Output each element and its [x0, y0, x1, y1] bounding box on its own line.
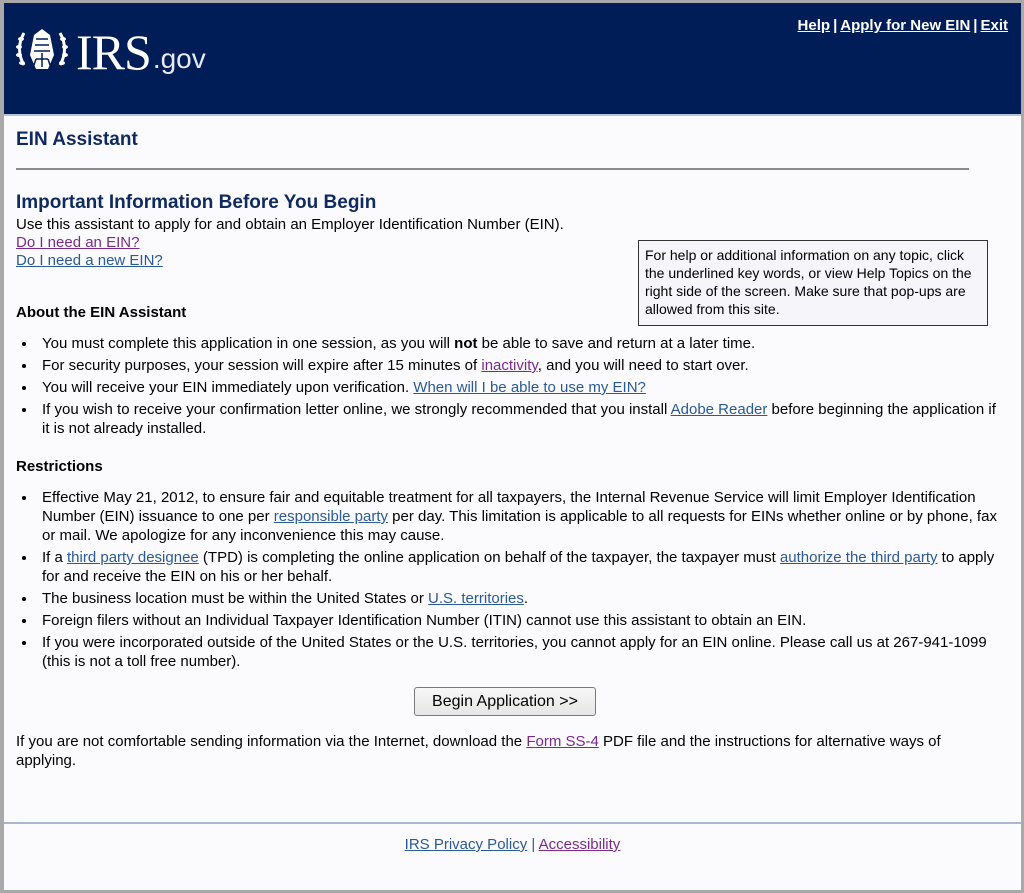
section-title: Important Information Before You Begin [16, 192, 377, 213]
exit-link[interactable]: Exit [980, 17, 1008, 34]
restrictions-title: Restrictions [16, 458, 103, 475]
list-item: If you wish to receive your confirmation… [16, 400, 1001, 438]
about-list: You must complete this application in on… [16, 334, 1001, 441]
help-info-box: For help or additional information on an… [638, 240, 988, 326]
about-title: About the EIN Assistant [16, 304, 187, 321]
separator: | [531, 836, 536, 853]
authorize-third-party-link[interactable]: authorize the third party [780, 549, 938, 566]
third-party-designee-link[interactable]: third party designee [67, 549, 199, 566]
site-header: IRS .gov Help | Apply for New EIN | Exit [4, 3, 1021, 116]
app-title: EIN Assistant [16, 129, 138, 150]
footer-divider [4, 822, 1021, 824]
adobe-reader-link[interactable]: Adobe Reader [671, 401, 768, 418]
list-item: You will receive your EIN immediately up… [16, 378, 1001, 397]
list-item: The business location must be within the… [16, 589, 1001, 608]
footer: IRS Privacy Policy | Accessibility [4, 836, 1021, 853]
begin-application-button[interactable]: Begin Application >> [414, 687, 596, 716]
restrictions-list: Effective May 21, 2012, to ensure fair a… [16, 488, 1001, 674]
intro-text: Use this assistant to apply for and obta… [16, 216, 564, 233]
eagle-seal-icon [14, 25, 70, 77]
apply-new-ein-link[interactable]: Apply for New EIN [840, 17, 970, 34]
list-item: For security purposes, your session will… [16, 356, 1001, 375]
responsible-party-link[interactable]: responsible party [274, 508, 388, 525]
logo-gov-text: .gov [152, 43, 206, 74]
list-item: You must complete this application in on… [16, 334, 1001, 353]
list-item: Effective May 21, 2012, to ensure fair a… [16, 488, 1001, 545]
divider [16, 168, 969, 170]
use-ein-link[interactable]: When will I be able to use my EIN? [413, 379, 646, 396]
page: IRS .gov Help | Apply for New EIN | Exit EIN… [4, 3, 1021, 890]
irs-logo[interactable]: IRS .gov [14, 25, 206, 77]
need-ein-link[interactable]: Do I need an EIN? [16, 234, 139, 251]
form-ss4-link[interactable]: Form SS-4 [526, 733, 599, 750]
inactivity-link[interactable]: inactivity [481, 357, 537, 374]
separator: | [973, 17, 978, 34]
list-item: Foreign filers without an Individual Tax… [16, 611, 1001, 630]
top-nav: Help | Apply for New EIN | Exit [798, 17, 1008, 34]
privacy-policy-link[interactable]: IRS Privacy Policy [405, 836, 528, 853]
help-link[interactable]: Help [798, 17, 831, 34]
list-item: If you were incorporated outside of the … [16, 633, 1001, 671]
logo-irs-text: IRS [76, 24, 152, 80]
accessibility-link[interactable]: Accessibility [539, 836, 621, 853]
intro: Use this assistant to apply for and obta… [16, 216, 564, 270]
need-new-ein-link[interactable]: Do I need a new EIN? [16, 252, 163, 269]
list-item: If a third party designee (TPD) is compl… [16, 548, 1001, 586]
separator: | [833, 17, 838, 34]
alternative-text: If you are not comfortable sending infor… [16, 733, 941, 769]
us-territories-link[interactable]: U.S. territories [428, 590, 524, 607]
